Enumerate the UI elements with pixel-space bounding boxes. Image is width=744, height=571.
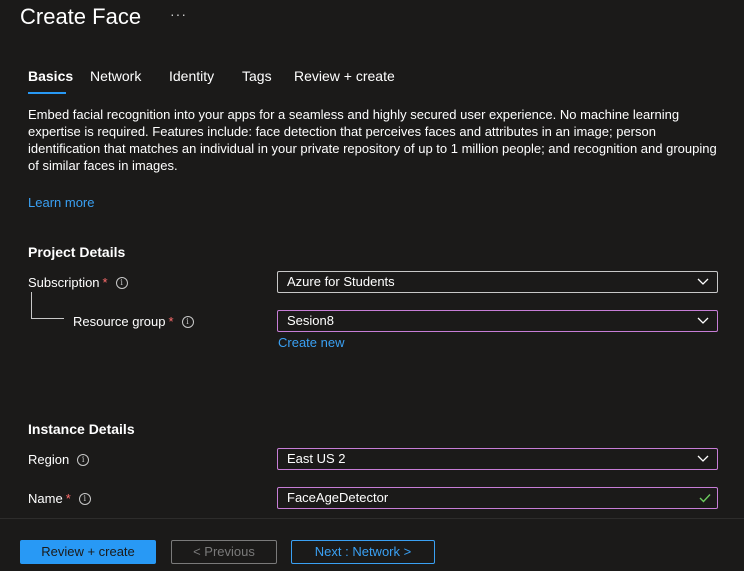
- subscription-value: Azure for Students: [287, 274, 395, 289]
- required-asterisk: *: [102, 275, 108, 290]
- region-label-text: Region: [28, 452, 70, 467]
- resource-group-label: Resource group * i: [73, 314, 194, 329]
- more-options-button[interactable]: ···: [170, 6, 187, 22]
- service-description: Embed facial recognition into your apps …: [28, 107, 717, 173]
- create-face-page: Create Face ··· Basics Network Identity …: [0, 0, 744, 571]
- active-tab-indicator: [28, 92, 66, 94]
- subscription-label-text: Subscription: [28, 275, 100, 290]
- footer-divider: [0, 518, 744, 519]
- name-label: Name * i: [28, 491, 91, 506]
- checkmark-icon: [699, 494, 711, 503]
- name-label-text: Name: [28, 491, 63, 506]
- tab-network[interactable]: Network: [90, 68, 141, 84]
- region-label: Region i: [28, 452, 90, 467]
- chevron-down-icon: [697, 455, 709, 462]
- info-icon[interactable]: i: [78, 492, 91, 505]
- resource-group-value: Sesion8: [287, 313, 334, 328]
- learn-more-link[interactable]: Learn more: [28, 195, 94, 210]
- required-asterisk: *: [168, 314, 174, 329]
- next-network-button[interactable]: Next : Network >: [291, 540, 435, 564]
- instance-details-heading: Instance Details: [28, 421, 135, 437]
- info-icon[interactable]: i: [77, 453, 90, 466]
- resource-group-label-text: Resource group: [73, 314, 166, 329]
- required-asterisk: *: [65, 491, 71, 506]
- previous-button[interactable]: < Previous: [171, 540, 277, 564]
- name-input[interactable]: FaceAgeDetector: [277, 487, 718, 509]
- chevron-down-icon: [697, 278, 709, 285]
- tab-basics[interactable]: Basics: [28, 68, 74, 94]
- tab-label: Basics: [28, 68, 74, 84]
- resource-group-dropdown[interactable]: Sesion8: [277, 310, 718, 332]
- tab-identity[interactable]: Identity: [169, 68, 214, 84]
- review-create-button[interactable]: Review + create: [20, 540, 156, 564]
- info-icon[interactable]: i: [181, 315, 194, 328]
- project-details-heading: Project Details: [28, 244, 126, 260]
- page-title: Create Face: [20, 4, 142, 29]
- tab-tags[interactable]: Tags: [242, 68, 272, 84]
- tree-connector-line: [31, 292, 64, 319]
- region-dropdown[interactable]: East US 2: [277, 448, 718, 470]
- tab-review-create[interactable]: Review + create: [294, 68, 395, 84]
- region-value: East US 2: [287, 451, 346, 466]
- subscription-label: Subscription * i: [28, 275, 128, 290]
- chevron-down-icon: [697, 317, 709, 324]
- info-icon[interactable]: i: [115, 276, 128, 289]
- create-new-resource-group-link[interactable]: Create new: [278, 335, 344, 350]
- subscription-dropdown[interactable]: Azure for Students: [277, 271, 718, 293]
- name-value: FaceAgeDetector: [287, 490, 389, 505]
